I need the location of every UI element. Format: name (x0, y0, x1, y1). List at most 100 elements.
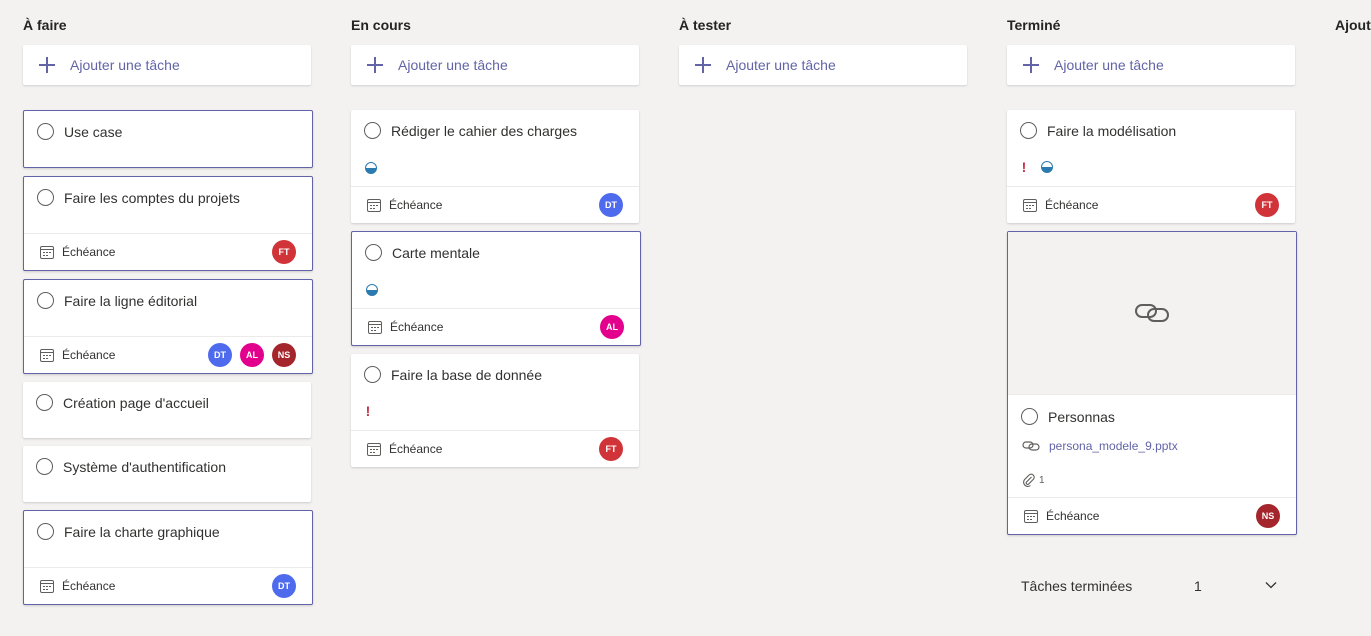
plus-icon (695, 57, 711, 73)
calendar-icon (367, 442, 381, 456)
task-card-authentification[interactable]: Système d'authentification (23, 446, 311, 502)
due-date[interactable]: Échéance (40, 348, 115, 362)
attachment-file-name[interactable]: persona_modele_9.pptx (1049, 439, 1178, 453)
priority-important-icon: ! (1021, 159, 1027, 175)
column-title: Terminé (1007, 17, 1061, 33)
add-task-label: Ajouter une tâche (398, 57, 508, 73)
add-task-button[interactable]: Ajouter une tâche (351, 45, 639, 85)
due-date[interactable]: Échéance (367, 442, 442, 456)
avatar-dt[interactable]: DT (272, 574, 296, 598)
card-footer: Échéance FT (24, 233, 312, 270)
card-footer: Échéance AL (352, 308, 640, 345)
task-title: Carte mentale (392, 244, 480, 261)
due-label: Échéance (62, 579, 116, 593)
task-title: Faire les comptes du projets (64, 189, 240, 206)
column-title: À tester (679, 17, 732, 33)
complete-checkbox[interactable] (365, 244, 382, 261)
in-progress-icon (1041, 161, 1053, 173)
complete-checkbox[interactable] (1021, 408, 1038, 425)
due-label: Échéance (1046, 509, 1100, 523)
due-label: Échéance (389, 198, 443, 212)
avatar-dt[interactable]: DT (208, 343, 232, 367)
attachment-count: 1 (1022, 473, 1045, 487)
column-title: À faire (23, 17, 67, 33)
task-title: Faire la base de donnée (391, 366, 542, 383)
add-task-label: Ajouter une tâche (726, 57, 836, 73)
add-task-label: Ajouter une tâche (1054, 57, 1164, 73)
avatar-ft[interactable]: FT (1255, 193, 1279, 217)
task-title: Création page d'accueil (63, 394, 209, 411)
avatar-ns[interactable]: NS (272, 343, 296, 367)
due-date[interactable]: Échéance (40, 579, 115, 593)
complete-checkbox[interactable] (1020, 122, 1037, 139)
completed-tasks-count: 1 (1194, 578, 1202, 594)
complete-checkbox[interactable] (37, 292, 54, 309)
card-footer: Échéance FT (1007, 186, 1295, 223)
complete-checkbox[interactable] (37, 123, 54, 140)
avatar-ft[interactable]: FT (599, 437, 623, 461)
attachment-preview[interactable] (1008, 232, 1296, 395)
due-date[interactable]: Échéance (368, 320, 443, 334)
card-footer: Échéance FT (351, 430, 639, 467)
task-card-use-case[interactable]: Use case (23, 110, 313, 168)
add-task-label: Ajouter une tâche (70, 57, 180, 73)
card-footer: Échéance DT (24, 567, 312, 604)
task-title: Faire la modélisation (1047, 122, 1177, 139)
due-label: Échéance (62, 245, 116, 259)
add-task-button[interactable]: Ajouter une tâche (23, 45, 311, 85)
calendar-icon (40, 245, 54, 259)
chevron-down-icon (1265, 582, 1277, 589)
avatar-dt[interactable]: DT (599, 193, 623, 217)
attachment-count-value: 1 (1039, 474, 1045, 486)
card-footer: Échéance DT (351, 186, 639, 223)
calendar-icon (40, 579, 54, 593)
priority-important-icon: ! (365, 403, 371, 419)
add-task-button[interactable]: Ajouter une tâche (679, 45, 967, 85)
calendar-icon (367, 198, 381, 212)
avatar-ns[interactable]: NS (1256, 504, 1280, 528)
link-icon (1022, 441, 1040, 451)
task-card-cahier[interactable]: Rédiger le cahier des charges Échéance D… (351, 110, 639, 223)
task-card-personnas[interactable]: Personnas persona_modele_9.pptx 1 Échéan… (1007, 231, 1297, 535)
complete-checkbox[interactable] (36, 458, 53, 475)
link-icon (1135, 304, 1169, 322)
due-date[interactable]: Échéance (1024, 509, 1099, 523)
plus-icon (1023, 57, 1039, 73)
due-date[interactable]: Échéance (1023, 198, 1098, 212)
add-task-button[interactable]: Ajouter une tâche (1007, 45, 1295, 85)
task-card-charte[interactable]: Faire la charte graphique Échéance DT (23, 510, 313, 605)
due-label: Échéance (62, 348, 116, 362)
task-title: Système d'authentification (63, 458, 226, 475)
task-title: Faire la charte graphique (64, 523, 220, 540)
complete-checkbox[interactable] (364, 366, 381, 383)
in-progress-icon (366, 284, 378, 296)
due-date[interactable]: Échéance (40, 245, 115, 259)
task-card-comptes[interactable]: Faire les comptes du projets Échéance FT (23, 176, 313, 271)
calendar-icon (40, 348, 54, 362)
complete-checkbox[interactable] (37, 189, 54, 206)
calendar-icon (1023, 198, 1037, 212)
task-card-carte-mentale[interactable]: Carte mentale Échéance AL (351, 231, 641, 346)
avatar-al[interactable]: AL (600, 315, 624, 339)
due-date[interactable]: Échéance (367, 198, 442, 212)
planner-board: À faire Ajouter une tâche Use case Faire… (0, 0, 1371, 636)
completed-tasks-toggle[interactable]: Tâches terminées 1 (1007, 571, 1295, 601)
task-card-accueil[interactable]: Création page d'accueil (23, 382, 311, 438)
calendar-icon (1024, 509, 1038, 523)
avatar-al[interactable]: AL (240, 343, 264, 367)
task-card-modelisation[interactable]: Faire la modélisation ! Échéance FT (1007, 110, 1295, 223)
task-title: Rédiger le cahier des charges (391, 122, 577, 139)
complete-checkbox[interactable] (364, 122, 381, 139)
attachment-link[interactable]: persona_modele_9.pptx (1022, 439, 1178, 453)
avatar-ft[interactable]: FT (272, 240, 296, 264)
complete-checkbox[interactable] (36, 394, 53, 411)
task-card-base-de-donnee[interactable]: Faire la base de donnée ! Échéance FT (351, 354, 639, 467)
complete-checkbox[interactable] (37, 523, 54, 540)
task-card-ligne-editorial[interactable]: Faire la ligne éditorial Échéance DT AL … (23, 279, 313, 374)
task-title: Use case (64, 123, 123, 140)
calendar-icon (368, 320, 382, 334)
completed-tasks-label: Tâches terminées (1021, 578, 1133, 594)
column-add-bucket[interactable]: Ajoute (1335, 0, 1371, 40)
due-label: Échéance (389, 442, 443, 456)
due-label: Échéance (1045, 198, 1099, 212)
